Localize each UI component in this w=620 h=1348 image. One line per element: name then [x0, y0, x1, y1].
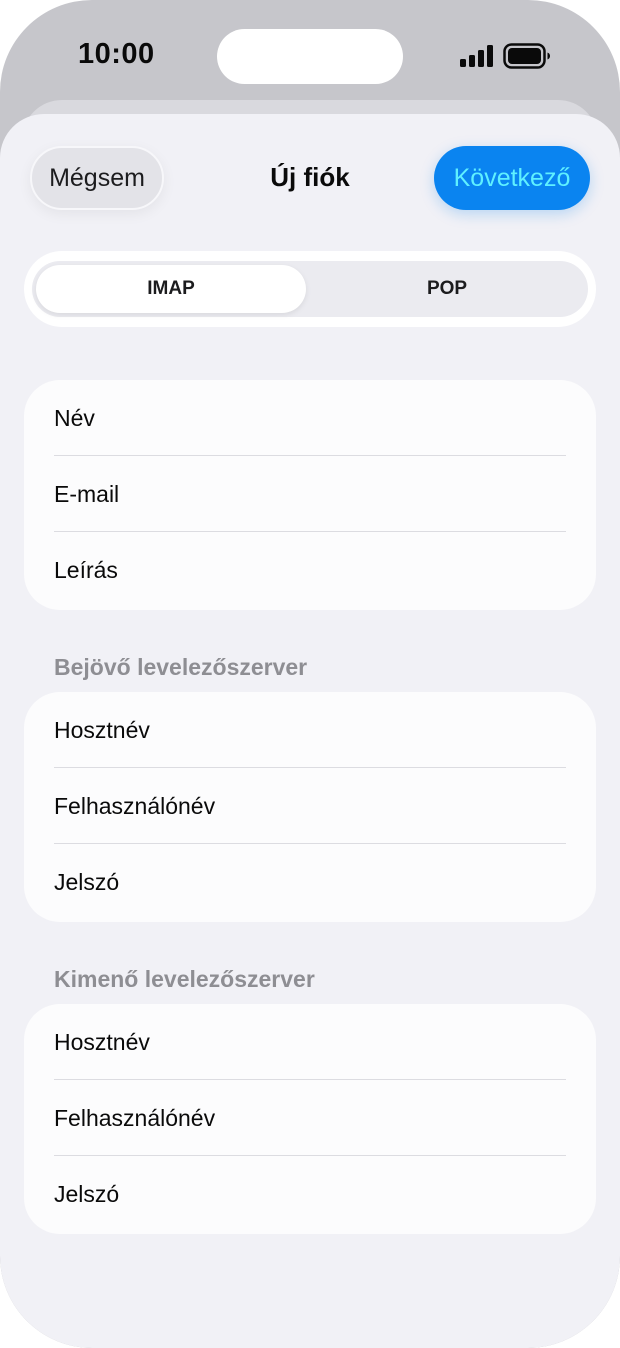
phone-screen: 10:00 Mégsem Új fiók Következő IMAP POP: [0, 0, 620, 1348]
description-field[interactable]: Leírás: [54, 532, 566, 608]
cancel-button[interactable]: Mégsem: [30, 146, 164, 210]
page-title: Új fiók: [270, 162, 350, 192]
segment-pop[interactable]: POP: [310, 265, 584, 313]
incoming-username-field[interactable]: Felhasználónév: [54, 768, 566, 844]
next-button[interactable]: Következő: [434, 146, 590, 210]
email-field[interactable]: E-mail: [54, 456, 566, 532]
segment-imap[interactable]: IMAP: [36, 265, 306, 313]
name-field[interactable]: Név: [54, 380, 566, 456]
incoming-password-field[interactable]: Jelszó: [54, 844, 566, 920]
outgoing-server-header: Kimenő levelezőszerver: [54, 966, 315, 992]
incoming-hostname-field[interactable]: Hosztnév: [54, 692, 566, 768]
outgoing-server-group: Hosztnév Felhasználónév Jelszó: [24, 1004, 596, 1234]
status-bar: 10:00: [0, 0, 620, 110]
new-account-sheet: Mégsem Új fiók Következő IMAP POP Név E-…: [0, 114, 620, 1348]
segment-track: IMAP POP: [32, 261, 588, 317]
dynamic-island: [217, 29, 403, 84]
account-info-group: Név E-mail Leírás: [24, 380, 596, 610]
outgoing-username-field[interactable]: Felhasználónév: [54, 1080, 566, 1156]
outgoing-password-field[interactable]: Jelszó: [54, 1156, 566, 1232]
outgoing-hostname-field[interactable]: Hosztnév: [54, 1004, 566, 1080]
incoming-server-group: Hosztnév Felhasználónév Jelszó: [24, 692, 596, 922]
status-time: 10:00: [78, 38, 155, 70]
cellular-signal-icon: [460, 45, 493, 67]
account-type-segmented-control: IMAP POP: [24, 251, 596, 327]
navigation-bar: Mégsem Új fiók Következő: [0, 114, 620, 234]
incoming-server-header: Bejövő levelezőszerver: [54, 654, 308, 680]
battery-full-icon: [503, 43, 550, 69]
